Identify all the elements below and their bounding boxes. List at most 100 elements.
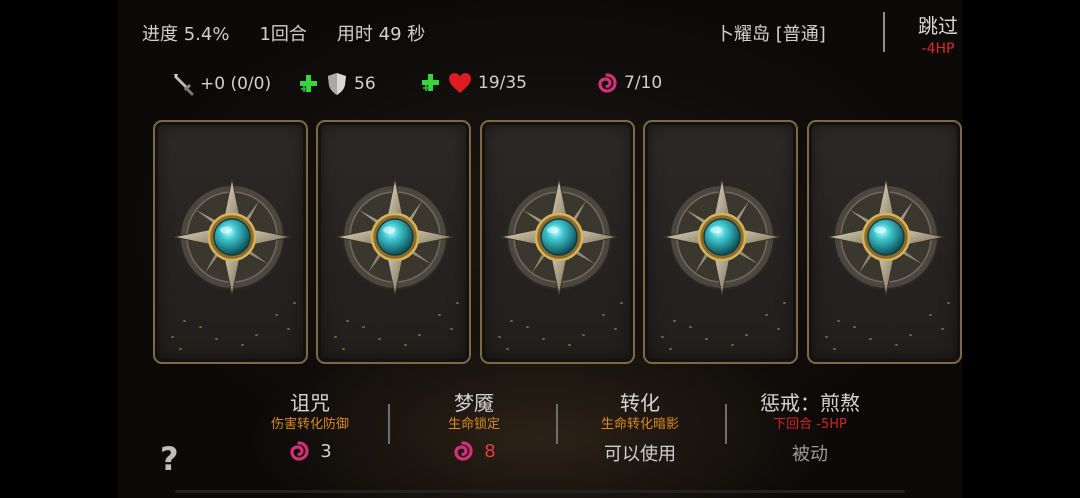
heal-plus-icon — [300, 75, 317, 92]
choice-name: 转化 — [620, 391, 660, 415]
compass-star-icon — [663, 178, 781, 296]
dust-speck — [669, 348, 672, 350]
dust-speck — [215, 338, 218, 340]
dust-speck — [620, 302, 623, 304]
attack-value: +0 (0/0) — [200, 74, 272, 94]
dust-speck — [783, 302, 786, 304]
dust-speck — [542, 338, 545, 340]
dust-speck — [947, 302, 950, 304]
shield-icon — [328, 73, 346, 95]
dust-speck — [568, 344, 571, 346]
dust-speck — [689, 326, 692, 328]
progress-text: 进度 5.4% — [142, 24, 230, 45]
heal-plus-icon — [422, 74, 439, 91]
choice-curse[interactable]: 诅咒 伤害转化防御 3 — [240, 390, 380, 462]
health-value: 19/35 — [478, 73, 527, 93]
dust-speck — [602, 314, 605, 316]
dust-speck — [241, 344, 244, 346]
dust-speck — [275, 314, 278, 316]
status-bar: 进度 5.4% 1回合 用时 49 秒 — [142, 20, 425, 46]
attack-stat: +0 (0/0) — [172, 72, 271, 96]
swirl-icon — [290, 441, 309, 461]
round-text: 1回合 — [259, 24, 307, 45]
left-letterbox — [0, 0, 118, 498]
dust-speck — [614, 328, 617, 330]
choice-punish[interactable]: 惩戒：煎熬 下回合 -5HP 被动 — [740, 390, 880, 466]
dust-speck — [334, 336, 337, 338]
choice-divider — [556, 404, 558, 444]
compass-star-icon — [173, 178, 291, 296]
dust-speck — [837, 320, 840, 322]
dust-speck — [346, 320, 349, 322]
help-button[interactable]: ? — [160, 440, 179, 478]
choice-status-value: 被动 — [792, 444, 828, 465]
dust-speck — [582, 334, 585, 336]
dust-speck — [171, 336, 174, 338]
card-1[interactable] — [153, 120, 308, 364]
choice-desc: 生命转化暗影 — [600, 417, 679, 432]
card-4[interactable] — [643, 120, 798, 364]
dust-speck — [853, 326, 856, 328]
dust-speck — [418, 334, 421, 336]
skip-label: 跳过 — [918, 14, 958, 38]
choice-status: 可以使用 — [570, 440, 710, 466]
defense-value: 56 — [354, 74, 376, 94]
dust-speck — [895, 344, 898, 346]
dust-speck — [929, 314, 932, 316]
dust-speck — [450, 328, 453, 330]
defense-stat: 56 — [298, 72, 376, 96]
time-text: 用时 49 秒 — [336, 24, 426, 45]
choice-name: 惩戒：煎熬 — [760, 391, 860, 415]
heart-icon — [449, 73, 471, 93]
choice-name: 梦魇 — [454, 391, 494, 415]
dust-speck — [342, 348, 345, 350]
skip-cost: -4HP — [921, 41, 955, 57]
swirl-icon — [598, 73, 617, 93]
dream-value: 7/10 — [624, 73, 663, 93]
dust-speck — [404, 344, 407, 346]
dust-speck — [909, 334, 912, 336]
dust-speck — [287, 328, 290, 330]
dust-speck — [183, 320, 186, 322]
choice-status-value: 可以使用 — [604, 444, 676, 465]
choice-cost-value: 8 — [484, 440, 496, 462]
dust-speck — [378, 338, 381, 340]
dust-speck — [255, 334, 258, 336]
swirl-icon — [454, 441, 473, 461]
compass-star-icon — [827, 178, 945, 296]
dust-speck — [777, 328, 780, 330]
dust-speck — [510, 320, 513, 322]
choice-desc: 生命锁定 — [447, 417, 500, 432]
dust-speck — [661, 336, 664, 338]
dust-speck — [941, 328, 944, 330]
header-divider — [883, 12, 885, 52]
dust-speck — [456, 302, 459, 304]
dust-speck — [673, 320, 676, 322]
dust-speck — [362, 326, 365, 328]
dream-stat: 7/10 — [596, 72, 662, 94]
card-3[interactable] — [480, 120, 635, 364]
dust-speck — [869, 338, 872, 340]
dust-speck — [745, 334, 748, 336]
choice-divider — [725, 404, 727, 444]
dust-speck — [506, 348, 509, 350]
card-5[interactable] — [807, 120, 962, 364]
bottom-divider — [175, 490, 905, 493]
dust-speck — [293, 302, 296, 304]
choice-desc: 伤害转化防御 — [270, 417, 349, 432]
choice-cost: 8 — [404, 440, 544, 462]
sword-icon — [174, 74, 194, 96]
compass-star-icon — [336, 178, 454, 296]
choice-nightmare[interactable]: 梦魇 生命锁定 8 — [404, 390, 544, 462]
dust-speck — [731, 344, 734, 346]
dust-speck — [498, 336, 501, 338]
dust-speck — [825, 336, 828, 338]
choice-cost: 3 — [240, 440, 380, 462]
right-letterbox — [962, 0, 1080, 498]
skip-button[interactable]: 跳过 -4HP — [908, 10, 968, 57]
choice-convert[interactable]: 转化 生命转化暗影 可以使用 — [570, 390, 710, 466]
dust-speck — [199, 326, 202, 328]
card-2[interactable] — [316, 120, 471, 364]
dust-speck — [833, 348, 836, 350]
location-text: 卜耀岛 [普通] — [716, 24, 826, 45]
